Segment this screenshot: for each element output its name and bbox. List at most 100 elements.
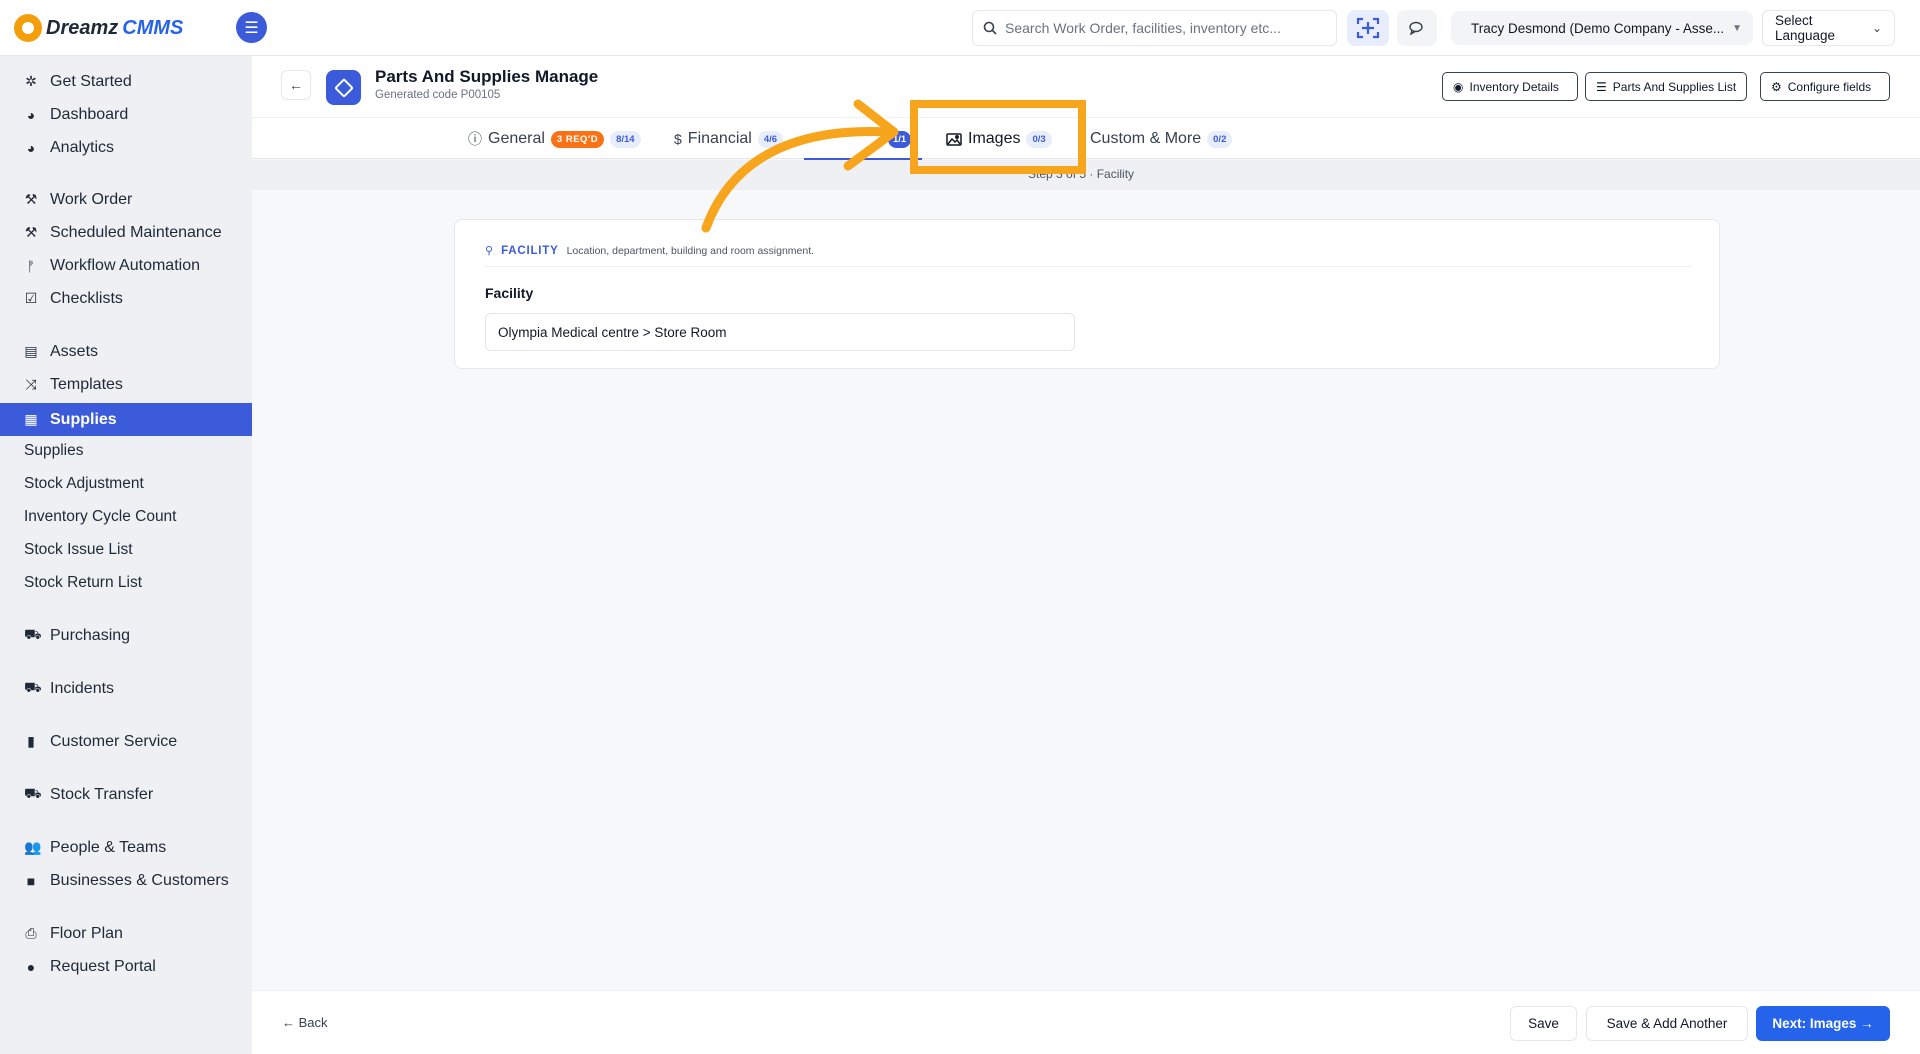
count-badge: 0/2: [1207, 130, 1233, 148]
sidebar-item-label: Work Order: [50, 190, 133, 208]
sidebar-item-label: Purchasing: [50, 626, 131, 644]
sidebar-item-label: Customer Service: [50, 732, 178, 750]
tab-general[interactable]: ⓘ General 3 REQ'D 8/14: [468, 118, 641, 160]
sidebar-item-incidents[interactable]: ⛟ Incidents: [0, 672, 252, 705]
logo-text-secondary: CMMS: [122, 16, 184, 39]
page-title: Parts And Supplies Manage: [375, 67, 599, 86]
user-name: Tracy Desmond (Demo Company - Asse...: [1471, 20, 1725, 36]
parts-list-button[interactable]: ☰ Parts And Supplies List: [1585, 72, 1747, 101]
sidebar-item-label: People & Teams: [50, 838, 167, 856]
sidebar-item-businesses-customers[interactable]: ■ Businesses & Customers: [0, 864, 252, 897]
step-indicator: Step 3 of 5 · Facility: [252, 160, 1920, 190]
tab-custom-more[interactable]: Custom & More 0/2: [1090, 118, 1233, 160]
sidebar-item-scheduled-maintenance[interactable]: ⚒ Scheduled Maintenance: [0, 216, 252, 249]
sidebar-item-label: Stock Return List: [24, 573, 143, 591]
supplies-icon: ▦: [24, 411, 38, 427]
annotation-highlight-box: [910, 100, 1086, 174]
sidebar-item-customer-service[interactable]: ▮ Customer Service: [0, 725, 252, 758]
count-badge: 8/14: [610, 130, 641, 148]
sidebar-item-label: Incidents: [50, 679, 115, 697]
inventory-details-button[interactable]: ◉ Inventory Details: [1442, 72, 1578, 101]
sidebar-item-label: Workflow Automation: [50, 256, 200, 274]
list-icon: ☰: [1596, 79, 1607, 94]
search-input[interactable]: [1005, 20, 1325, 36]
messages-button[interactable]: [1397, 10, 1437, 46]
button-label: Next: Images →: [1772, 1016, 1874, 1031]
sidebar-item-stock-transfer[interactable]: ⛟ Stock Transfer: [0, 778, 252, 811]
form-footer: ← Back Save Save & Add Another Next: Ima…: [252, 990, 1920, 1054]
sidebar-item-get-started[interactable]: ✲ Get Started: [0, 65, 252, 98]
truck-icon: ⛟: [24, 785, 42, 801]
sidebar-item-label: Floor Plan: [50, 924, 123, 942]
back-button[interactable]: ←: [281, 70, 311, 100]
sidebar-item-floor-plan[interactable]: ⎙ Floor Plan: [0, 917, 252, 950]
gear-logo-icon: [14, 14, 42, 42]
sidebar-subitem-stock-issue-list[interactable]: Stock Issue List: [0, 533, 252, 566]
map-pin-icon: ⚲: [485, 245, 494, 257]
next-images-button[interactable]: Next: Images →: [1756, 1006, 1890, 1041]
shuffle-icon: ⤨: [25, 376, 37, 392]
sidebar-item-label: Inventory Cycle Count: [24, 507, 177, 525]
sidebar-subitem-inventory-cycle-count[interactable]: Inventory Cycle Count: [0, 500, 252, 533]
scan-button[interactable]: [1347, 10, 1389, 46]
sidebar-subitem-supplies[interactable]: Supplies: [0, 434, 252, 467]
wrench-icon: ⚒: [24, 191, 38, 207]
sidebar-item-templates[interactable]: ⤨ Templates: [0, 368, 252, 401]
app-logo[interactable]: Dreamz CMMS: [14, 14, 183, 42]
sidebar-item-workflow-automation[interactable]: ᚠ Workflow Automation: [0, 249, 252, 282]
search-icon: [983, 21, 997, 35]
language-label: Select Language: [1775, 13, 1836, 43]
sidebar-item-checklists[interactable]: ☑ Checklists: [0, 282, 252, 315]
sidebar-item-label: Request Portal: [50, 957, 156, 975]
logo-text-primary: Dreamz: [46, 16, 119, 39]
sidebar-item-analytics[interactable]: ◕ Analytics: [0, 131, 252, 164]
save-add-another-button[interactable]: Save & Add Another: [1586, 1006, 1748, 1041]
gauge-icon: ◕: [26, 106, 36, 123]
cube-icon: [326, 70, 361, 105]
facility-field[interactable]: Olympia Medical centre > Store Room: [485, 313, 1075, 351]
sidebar-subitem-stock-adjustment[interactable]: Stock Adjustment: [0, 467, 252, 500]
sidebar-item-label: Checklists: [50, 289, 123, 307]
facility-label: Facility: [485, 285, 534, 301]
gear-icon: ⚙: [1771, 79, 1782, 94]
global-search[interactable]: [972, 10, 1337, 46]
back-link[interactable]: ← Back: [282, 1015, 328, 1030]
wrench-icon: ⚒: [24, 224, 38, 240]
page-header: ← Parts And Supplies Manage Generated co…: [252, 56, 1920, 117]
chevron-down-icon: ▼: [1732, 22, 1742, 34]
sidebar-item-label: Stock Issue List: [24, 540, 133, 558]
checkbox-icon: ☑: [24, 290, 38, 306]
sidebar-item-people-teams[interactable]: 👥 People & Teams: [0, 831, 252, 864]
sidebar-subitem-stock-return-list[interactable]: Stock Return List: [0, 566, 252, 599]
arrow-left-icon: ←: [289, 77, 303, 93]
save-button[interactable]: Save: [1510, 1006, 1577, 1041]
button-label: Parts And Supplies List: [1612, 79, 1737, 94]
dollar-icon: $: [674, 131, 682, 147]
facility-value: Olympia Medical centre > Store Room: [498, 324, 727, 340]
sidebar-item-assets[interactable]: ▤ Assets: [0, 335, 252, 368]
cart-icon: ⛟: [24, 626, 42, 642]
sidebar-item-label: Businesses & Customers: [50, 871, 229, 889]
sidebar-item-work-order[interactable]: ⚒ Work Order: [0, 183, 252, 216]
scan-icon: [1356, 17, 1380, 39]
sidebar-item-request-portal[interactable]: ● Request Portal: [0, 950, 252, 983]
sidebar-item-dashboard[interactable]: ◕ Dashboard: [0, 98, 252, 131]
menu-toggle-button[interactable]: ☰: [236, 12, 267, 43]
configure-fields-button[interactable]: ⚙ Configure fields: [1760, 72, 1890, 101]
language-select[interactable]: Select Language ⌄: [1762, 10, 1895, 46]
button-label: Configure fields: [1787, 79, 1872, 94]
facility-card: ⚲ FACILITY Location, department, buildin…: [454, 219, 1720, 369]
page-subtitle: Generated code P00105: [375, 89, 501, 101]
button-label: Save: [1528, 1016, 1559, 1031]
sidebar-item-purchasing[interactable]: ⛟ Purchasing: [0, 619, 252, 652]
sidebar-item-supplies[interactable]: ▦ Supplies: [0, 403, 252, 436]
sidebar-item-label: Analytics: [50, 138, 115, 156]
sidebar: ✲ Get Started ◕ Dashboard ◕ Analytics ⚒ Work…: [0, 56, 252, 1054]
archive-icon: ▤: [24, 343, 38, 359]
main-content: ← Parts And Supplies Manage Generated co…: [252, 56, 1920, 1054]
rocket-icon: ✲: [25, 73, 37, 89]
tab-bar: ⓘ General 3 REQ'D 8/14 $ Financial 4/6 1…: [252, 117, 1920, 160]
hamburger-icon: ☰: [244, 19, 259, 37]
user-menu[interactable]: Tracy Desmond (Demo Company - Asse... ▼: [1451, 11, 1753, 45]
info-icon: ⓘ: [468, 131, 482, 147]
